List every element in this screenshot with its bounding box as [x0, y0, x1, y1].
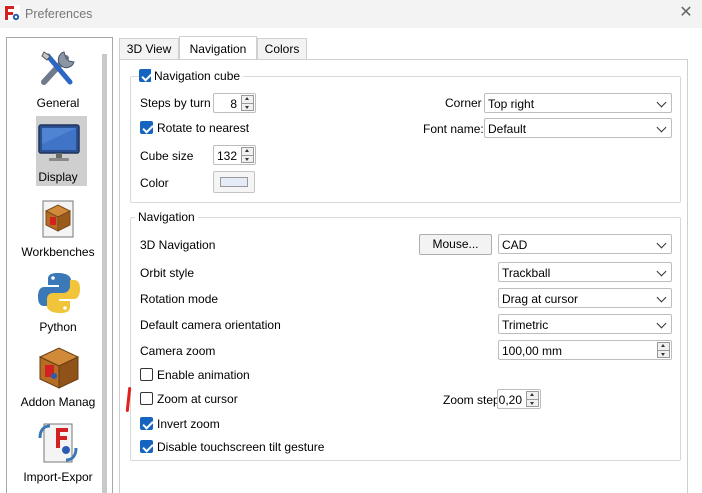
camera-orientation-combobox[interactable]: Trimetric — [498, 314, 672, 334]
orbit-style-combobox[interactable]: Trackball — [498, 262, 672, 282]
rotate-to-nearest-checkbox[interactable] — [140, 121, 153, 134]
spin-down-icon[interactable] — [527, 399, 538, 406]
sidebar-item-import-export[interactable]: Import-Expor — [7, 416, 101, 486]
spin-up-icon[interactable] — [242, 96, 253, 103]
disable-tilt-label: Disable touchscreen tilt gesture — [157, 440, 325, 454]
corner-combobox[interactable]: Top right — [484, 93, 672, 113]
enable-animation-checkbox[interactable] — [140, 368, 153, 381]
spin-down-icon[interactable] — [242, 103, 253, 110]
cube-size-label: Cube size — [140, 149, 194, 163]
spin-buttons — [241, 95, 254, 111]
font-name-combobox[interactable]: Default — [484, 118, 672, 138]
chevron-down-icon — [656, 97, 667, 108]
addon-box-icon — [38, 347, 80, 389]
rotation-mode-value: Drag at cursor — [502, 292, 579, 306]
camera-zoom-value: 100,00 mm — [502, 344, 563, 358]
3d-navigation-label: 3D Navigation — [140, 238, 216, 252]
cube-size-spinbox[interactable]: 132 — [213, 145, 256, 165]
disable-tilt-checkbox[interactable] — [140, 440, 153, 453]
sidebar-item-label: Python — [39, 320, 77, 334]
zoom-at-cursor-checkbox[interactable] — [140, 392, 153, 405]
orbit-style-value: Trackball — [502, 266, 551, 280]
sidebar-item-addon-manager[interactable]: Addon Manag — [7, 341, 101, 411]
zoom-step-value: 0,20 — [498, 393, 522, 407]
sidebar-item-python[interactable]: Python — [7, 266, 101, 336]
chevron-down-icon — [656, 238, 667, 249]
chevron-down-icon — [656, 122, 667, 133]
spin-buttons — [526, 391, 539, 407]
sidebar-item-label: General — [36, 96, 80, 110]
spin-up-icon[interactable] — [242, 148, 253, 155]
sidebar-item-label: Addon Manag — [20, 395, 96, 409]
color-swatch — [220, 177, 248, 187]
color-label: Color — [140, 176, 169, 190]
spin-up-icon[interactable] — [527, 392, 538, 399]
chevron-down-icon — [656, 292, 667, 303]
spin-buttons — [241, 147, 254, 163]
tab-3d-view[interactable]: 3D View — [119, 38, 179, 60]
cube-color-button[interactable] — [213, 171, 255, 193]
navigation-group-label: Navigation — [135, 210, 198, 224]
python-icon — [38, 273, 80, 313]
chevron-down-icon — [656, 318, 667, 329]
cube-size-value: 132 — [216, 149, 237, 163]
steps-by-turn-label: Steps by turn — [140, 96, 211, 110]
rotate-to-nearest-label: Rotate to nearest — [157, 121, 250, 135]
invert-zoom-checkbox[interactable] — [140, 417, 153, 430]
zoom-at-cursor-label: Zoom at cursor — [157, 392, 238, 406]
tab-navigation[interactable]: Navigation — [179, 36, 257, 61]
preferences-sidebar: General Display Workbenches Python Addon… — [6, 37, 113, 493]
freecad-icon — [4, 5, 20, 21]
close-icon[interactable]: ✕ — [678, 4, 694, 22]
font-name-label: Font name: — [423, 122, 484, 136]
font-name-value: Default — [488, 122, 527, 136]
spin-down-icon[interactable] — [658, 350, 669, 357]
3d-navigation-value: CAD — [502, 238, 528, 252]
camera-orientation-value: Trimetric — [502, 318, 549, 332]
sidebar-item-label: Import-Expor — [23, 470, 93, 484]
window-title: Preferences — [25, 7, 93, 21]
spin-up-icon[interactable] — [658, 343, 669, 350]
title-bar: Preferences ✕ — [0, 0, 702, 28]
sidebar-item-label: Display — [38, 170, 78, 184]
sidebar-scrollbar[interactable] — [102, 54, 107, 493]
sidebar-item-display[interactable]: Display — [7, 116, 101, 186]
zoom-step-label: Zoom step — [443, 393, 500, 407]
workbench-box-icon — [42, 200, 74, 238]
corner-label: Corner — [445, 96, 482, 110]
tools-icon — [41, 51, 75, 85]
enable-animation-label: Enable animation — [157, 368, 250, 382]
rotation-mode-label: Rotation mode — [140, 292, 219, 306]
default-camera-orientation-label: Default camera orientation — [140, 318, 281, 332]
zoom-step-spinbox[interactable]: 0,20 — [497, 389, 541, 409]
rotation-mode-combobox[interactable]: Drag at cursor — [498, 288, 672, 308]
tab-colors[interactable]: Colors — [257, 38, 307, 60]
invert-zoom-label: Invert zoom — [157, 417, 220, 431]
chevron-down-icon — [656, 266, 667, 277]
mouse-button[interactable]: Mouse... — [419, 234, 492, 255]
navigation-cube-label: Navigation cube — [151, 69, 244, 83]
spin-down-icon[interactable] — [242, 155, 253, 162]
spin-buttons — [657, 342, 670, 358]
steps-by-turn-spinbox[interactable]: 8 — [213, 93, 256, 113]
orbit-style-label: Orbit style — [140, 266, 195, 280]
steps-by-turn-value: 8 — [230, 97, 237, 111]
sidebar-item-label: Workbenches — [21, 245, 95, 259]
monitor-icon — [38, 124, 80, 161]
sidebar-item-general[interactable]: General — [7, 42, 101, 112]
3d-navigation-combobox[interactable]: CAD — [498, 234, 672, 254]
corner-value: Top right — [488, 97, 535, 111]
sidebar-item-workbenches[interactable]: Workbenches — [7, 191, 101, 261]
import-export-icon — [38, 423, 78, 463]
camera-zoom-label: Camera zoom — [140, 344, 216, 358]
camera-zoom-spinbox[interactable]: 100,00 mm — [498, 340, 672, 360]
